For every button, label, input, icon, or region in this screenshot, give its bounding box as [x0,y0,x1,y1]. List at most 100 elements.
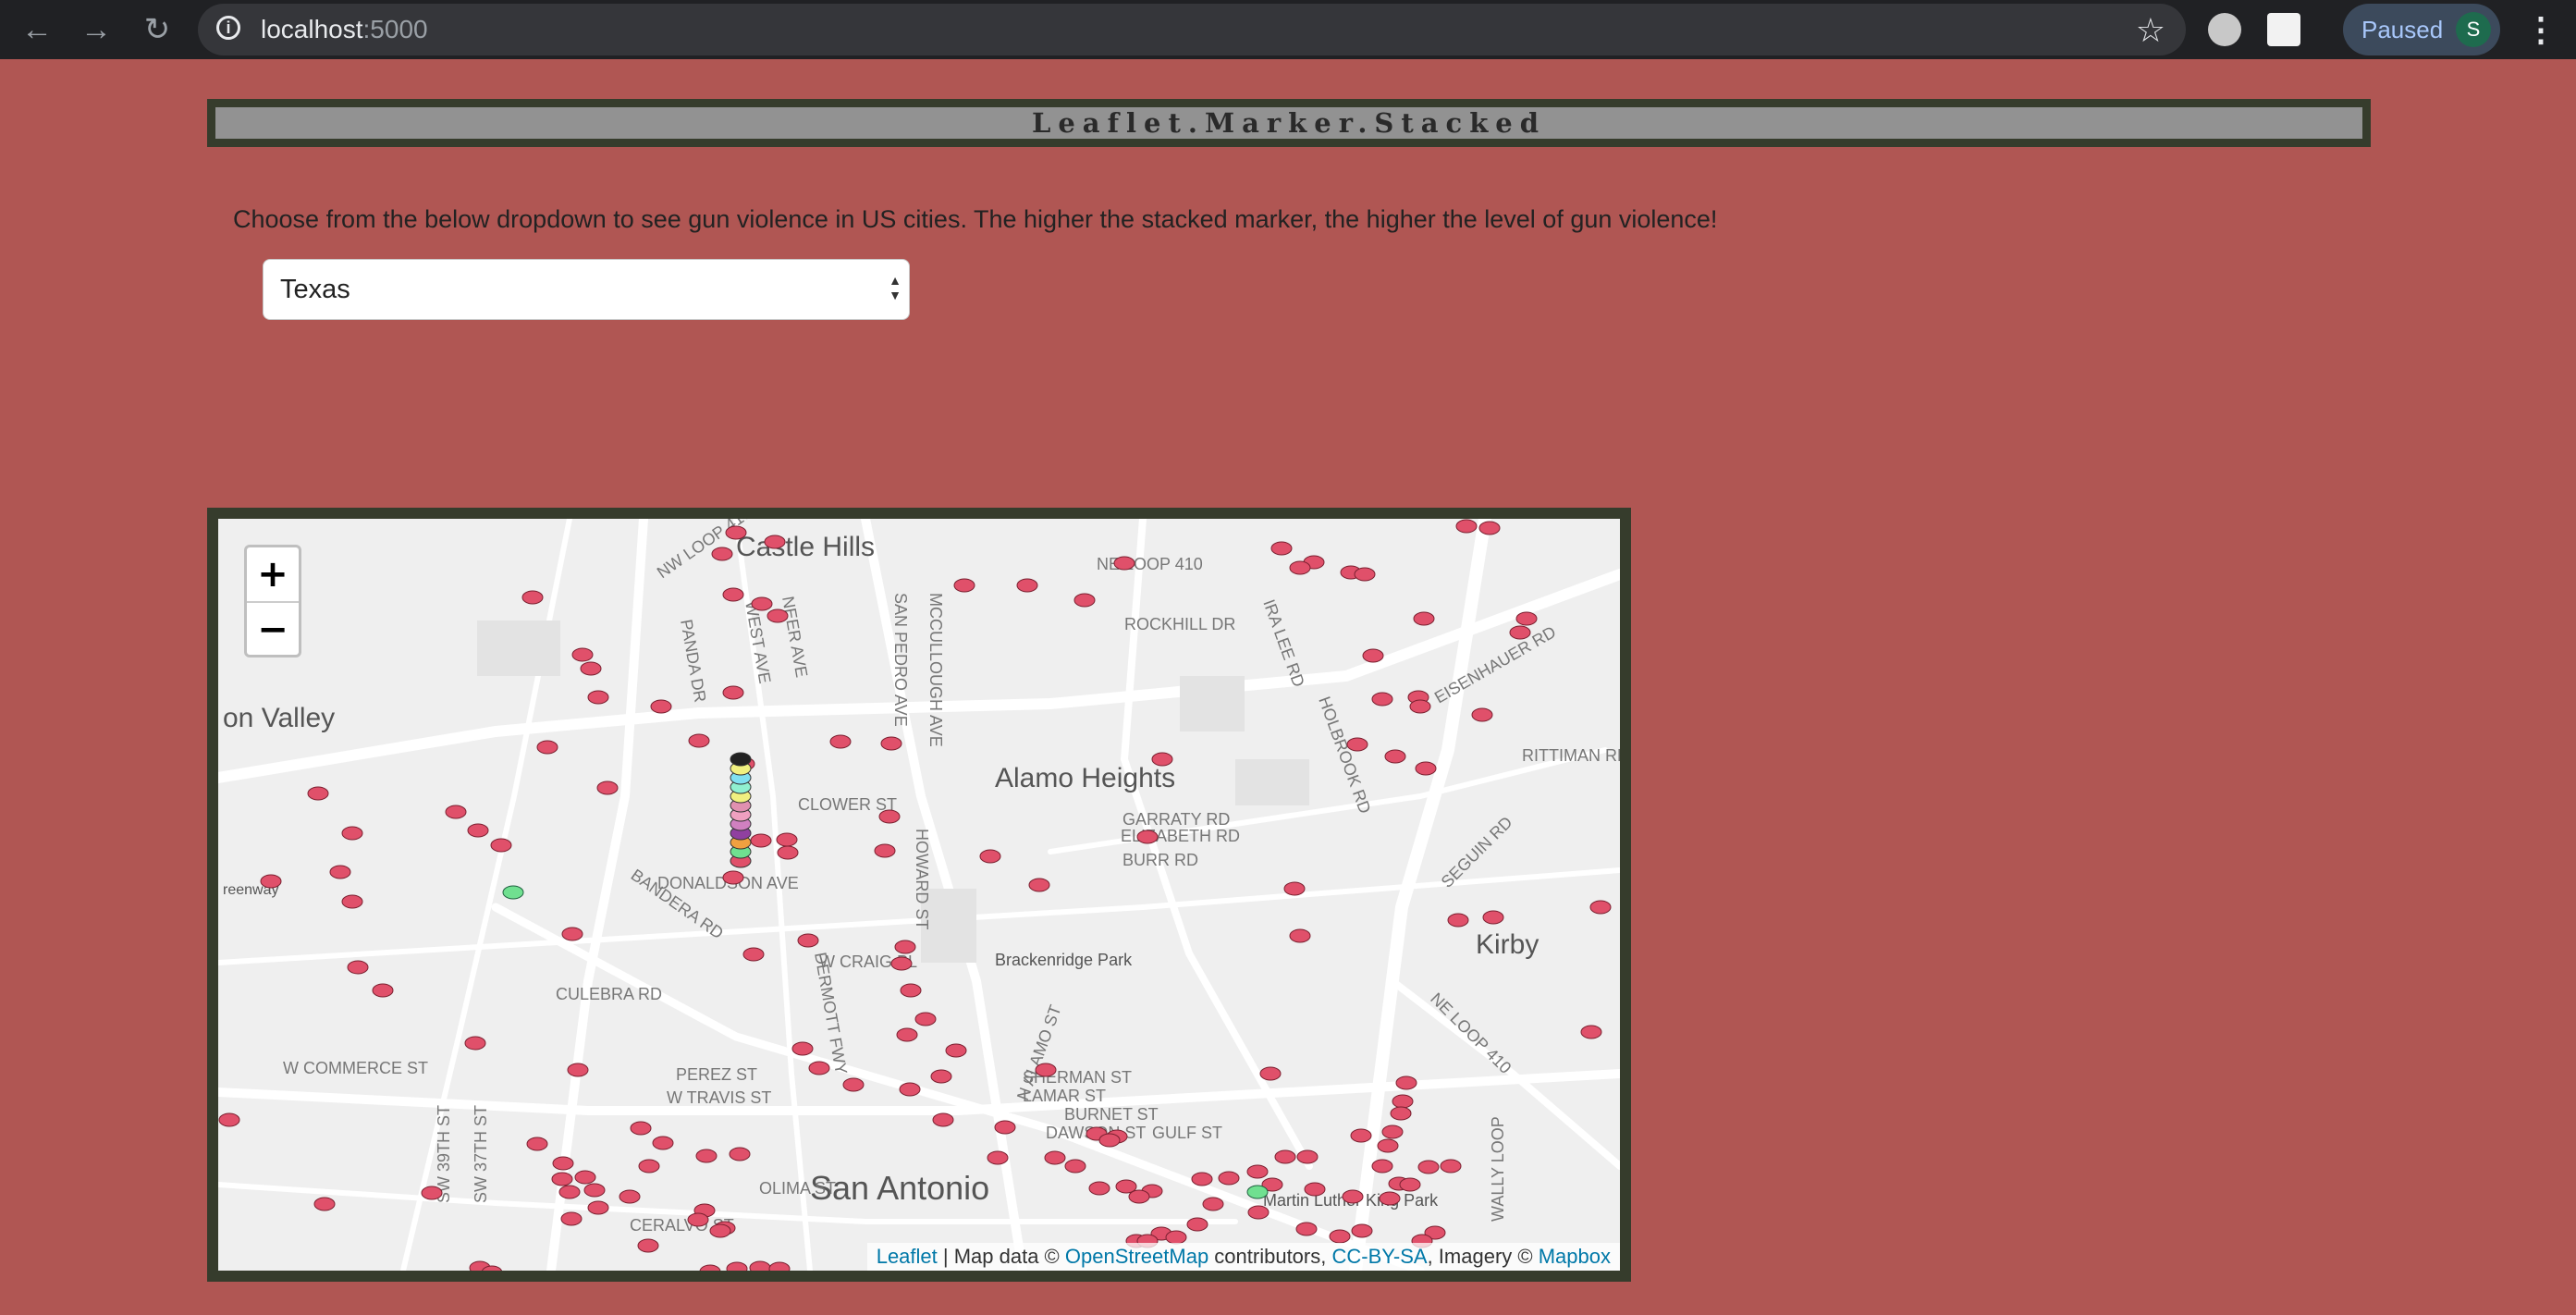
incident-marker[interactable] [1289,560,1311,575]
incident-marker[interactable] [571,647,594,662]
incident-marker[interactable] [1381,1125,1404,1139]
incident-marker[interactable] [561,927,583,941]
incident-marker[interactable] [932,1112,954,1127]
incident-marker[interactable] [638,1159,660,1174]
incident-marker[interactable] [791,1041,814,1056]
incident-marker[interactable] [1329,1229,1351,1244]
incident-marker[interactable] [1413,611,1435,626]
incident-marker[interactable] [1377,1138,1399,1153]
incident-marker[interactable] [551,1172,573,1186]
incident-marker[interactable] [1274,1149,1296,1164]
incident-marker[interactable] [896,1027,918,1042]
incident-marker[interactable] [1186,1217,1208,1232]
incident-marker[interactable] [1064,1159,1086,1174]
incident-marker[interactable] [1392,1094,1414,1109]
incident-marker[interactable] [521,590,544,605]
incident-marker[interactable] [1296,1149,1319,1164]
incident-marker[interactable] [574,1170,596,1185]
incident-marker[interactable] [1218,1171,1240,1186]
incident-marker[interactable] [899,1082,921,1097]
incident-marker[interactable] [1395,1075,1417,1090]
incident-marker[interactable] [1440,1159,1462,1174]
incident-marker[interactable] [307,786,329,801]
incident-marker[interactable] [953,578,975,593]
incident-marker[interactable] [687,1212,709,1227]
incident-marker[interactable] [1028,878,1050,892]
more-menu-icon[interactable]: ⋮ [2524,6,2558,54]
incident-marker[interactable] [652,1136,674,1150]
incident-marker[interactable] [1044,1150,1066,1165]
stacked-marker[interactable] [730,752,752,868]
incident-marker[interactable] [464,1036,486,1051]
incident-marker[interactable] [1379,1191,1401,1206]
incident-marker[interactable] [874,843,896,858]
incident-marker[interactable] [1351,1223,1373,1238]
incident-marker[interactable] [1390,1106,1412,1121]
incident-marker[interactable] [722,685,744,700]
incident-marker[interactable] [329,865,351,879]
incident-marker[interactable] [650,699,672,714]
incident-marker[interactable] [467,823,489,838]
incident-marker[interactable] [637,1238,659,1253]
incident-marker[interactable] [1455,519,1478,534]
incident-marker[interactable] [502,885,524,900]
incident-marker[interactable] [729,1147,751,1161]
incident-marker[interactable] [1371,1159,1393,1174]
incident-marker[interactable] [930,1069,952,1084]
incident-marker[interactable] [725,525,747,540]
incident-marker[interactable] [1482,910,1504,925]
incident-marker[interactable] [945,1043,967,1058]
address-bar[interactable]: i localhost:5000 ☆ [198,4,2186,55]
forward-icon[interactable]: → [76,9,117,50]
incident-marker[interactable] [1016,578,1038,593]
osm-link[interactable]: OpenStreetMap [1065,1245,1208,1268]
incident-marker[interactable] [1471,707,1493,722]
incident-marker[interactable] [777,845,799,860]
incident-marker[interactable] [619,1189,641,1204]
incident-marker[interactable] [1409,699,1431,714]
incident-marker[interactable] [583,1183,606,1198]
incident-marker[interactable] [560,1211,583,1226]
incident-marker[interactable] [536,740,558,755]
incident-marker[interactable] [341,826,363,841]
state-dropdown[interactable]: Texas ▲ ▼ [263,259,910,320]
license-link[interactable]: CC-BY-SA [1331,1245,1427,1268]
incident-marker[interactable] [1151,752,1173,767]
incident-marker[interactable] [1350,1128,1372,1143]
incident-marker[interactable] [1354,567,1376,582]
incident-marker[interactable] [587,690,609,705]
incident-marker[interactable] [1128,1189,1150,1204]
incident-marker[interactable] [987,1150,1009,1165]
incident-marker[interactable] [890,956,913,971]
incident-marker[interactable] [1478,521,1501,535]
incident-marker[interactable] [587,1200,609,1215]
info-icon[interactable]: i [216,16,240,40]
incident-marker[interactable] [768,1261,791,1271]
incident-marker[interactable] [722,870,744,885]
incident-marker[interactable] [341,894,363,909]
back-icon[interactable]: ← [17,9,57,50]
incident-marker[interactable] [894,940,916,954]
incident-marker[interactable] [1246,1164,1269,1179]
incident-marker[interactable] [1589,900,1612,915]
zoom-in-button[interactable]: + [247,547,299,603]
incident-marker[interactable] [699,1264,721,1271]
incident-marker[interactable] [1417,1160,1440,1174]
incident-marker[interactable] [842,1077,865,1092]
incident-marker[interactable] [914,1012,937,1026]
incident-marker[interactable] [750,833,772,848]
incident-marker[interactable] [1202,1197,1224,1211]
incident-marker[interactable] [596,780,619,795]
zoom-out-button[interactable]: − [247,603,299,657]
incident-marker[interactable] [994,1120,1016,1135]
incident-marker[interactable] [1295,1222,1318,1236]
incident-marker[interactable] [1415,761,1437,776]
extension-icon[interactable] [2208,13,2241,46]
incident-marker[interactable] [711,547,733,561]
incident-marker[interactable] [808,1061,830,1075]
url-text[interactable]: localhost:5000 [261,15,428,44]
incident-marker[interactable] [313,1197,336,1211]
incident-marker[interactable] [630,1121,652,1136]
incident-marker[interactable] [1098,1133,1121,1148]
incident-marker[interactable] [1136,830,1159,844]
